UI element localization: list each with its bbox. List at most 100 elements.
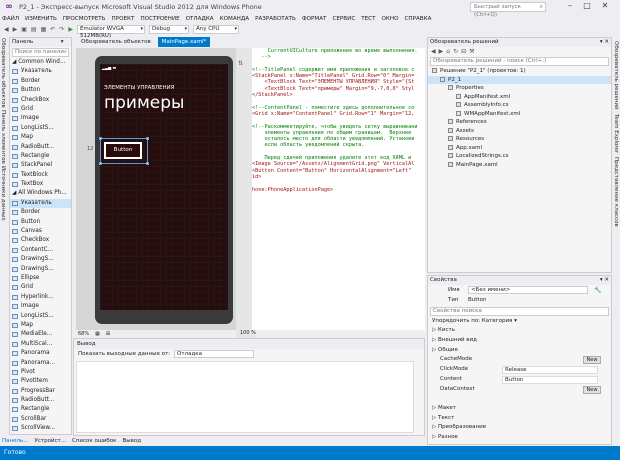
code-line[interactable]: <Button Content="Button" HorizontalAlign… [252, 168, 425, 174]
control-icon[interactable] [12, 257, 18, 263]
code-line[interactable]: CurrentUICulture приложения во время вып… [252, 48, 425, 54]
refresh-icon[interactable]: ↻ [453, 48, 458, 55]
toolbox-item[interactable]: MediaEle... [10, 330, 71, 339]
forward-icon[interactable]: ▶ [439, 48, 444, 55]
open-icon[interactable]: ▤ [31, 26, 37, 33]
control-icon[interactable] [12, 135, 18, 141]
selection-box[interactable] [99, 137, 149, 165]
toolbox-item-label[interactable]: Button [21, 87, 40, 93]
solution-item[interactable]: P2_1 [428, 75, 611, 84]
bottom-tab[interactable]: Устройст... [35, 438, 66, 444]
toolbox-search-input[interactable]: Поиск по панели ⌕ [12, 48, 69, 57]
file-icon[interactable] [448, 136, 453, 141]
menu-item[interactable]: ПОСТРОЕНИЕ [140, 16, 179, 22]
control-icon[interactable] [12, 398, 18, 404]
toolbox-section[interactable]: ◢ Common Wind... [10, 58, 71, 67]
control-icon[interactable] [12, 106, 18, 112]
solution-item-label[interactable]: References [456, 119, 487, 125]
toolbox-item[interactable]: Image [10, 114, 71, 123]
toolbox-item[interactable]: Grid [10, 283, 71, 292]
design-zoom-value[interactable]: 68% [78, 331, 89, 337]
solution-item[interactable]: App.xaml [428, 144, 611, 153]
toolbox-item[interactable]: Button [10, 86, 71, 95]
property-label[interactable]: Кисть [438, 327, 455, 333]
control-icon[interactable] [12, 78, 18, 84]
control-icon[interactable] [12, 116, 18, 122]
control-icon[interactable] [12, 210, 18, 216]
control-icon[interactable] [12, 304, 18, 310]
control-icon[interactable] [12, 266, 18, 272]
control-icon[interactable] [12, 163, 18, 169]
property-value[interactable]: Button [502, 375, 598, 384]
solution-item[interactable]: LocalizedStrings.cs [428, 152, 611, 161]
xaml-zoom-value[interactable]: 100 % [240, 330, 256, 336]
property-label[interactable]: Общие [438, 347, 458, 353]
output-text-area[interactable] [76, 361, 414, 433]
solution-item[interactable]: Assets [428, 127, 611, 136]
toolbox-item-label[interactable]: TextBox [21, 181, 43, 187]
control-icon[interactable] [12, 388, 18, 394]
solution-item-label[interactable]: P2_1 [448, 77, 461, 83]
toolbox-item-label[interactable]: Image [21, 303, 39, 309]
toolbox-item-label[interactable]: Указатель [21, 200, 52, 206]
toolbox-item[interactable]: RadioButt... [10, 396, 71, 405]
control-icon[interactable] [12, 360, 18, 366]
file-icon[interactable] [448, 153, 453, 158]
toolbox-item-label[interactable]: Rectangle [21, 406, 49, 412]
solution-item-label[interactable]: MainPage.xaml [456, 162, 498, 168]
toolbox-item[interactable]: Border [10, 208, 71, 217]
grid-icon[interactable]: ▦ [95, 331, 100, 337]
new-button[interactable]: New [583, 385, 601, 394]
control-icon[interactable] [12, 144, 18, 150]
undo-icon[interactable]: ↶ [50, 26, 55, 33]
toolbox-item-label[interactable]: All Windows Ph... [18, 190, 67, 196]
property-label[interactable]: Макет [438, 405, 456, 411]
file-icon[interactable] [448, 144, 453, 150]
toolbox-item[interactable]: Указатель [10, 198, 71, 209]
file-icon[interactable] [432, 68, 437, 73]
code-line[interactable]: <Grid x:Name="ContentPanel" Grid.Row="1"… [252, 111, 425, 117]
swap-panes-icon[interactable]: ⇅ [238, 60, 243, 67]
property-category[interactable]: ▷ Макет [428, 404, 611, 414]
tab-mainpage-xaml[interactable]: MainPage.xaml* [157, 37, 211, 47]
control-icon[interactable] [12, 379, 18, 385]
property-category[interactable]: ▷ Внешний вид [428, 336, 611, 346]
menu-item[interactable]: ОКНО [382, 16, 399, 22]
file-icon[interactable] [448, 85, 453, 90]
toolbox-item-label[interactable]: Ellipse [21, 275, 39, 281]
toolbox-item-label[interactable]: Rectangle [21, 153, 49, 159]
resize-handle[interactable] [146, 137, 149, 140]
toolbox-item[interactable]: Pivot [10, 368, 71, 377]
resize-handle[interactable] [146, 162, 149, 165]
toolbox-item-label[interactable]: Border [21, 78, 40, 84]
solution-item-label[interactable]: Properties [456, 85, 484, 91]
solution-item-label[interactable]: Resources [456, 136, 484, 142]
toolbox-item-label[interactable]: Image [21, 115, 39, 121]
toolbox-item-label[interactable]: RadioButt... [21, 397, 54, 403]
properties-search-input[interactable]: Свойства поиска [430, 306, 609, 316]
toolbox-item-label[interactable]: Grid [21, 106, 33, 112]
property-label[interactable]: CacheMode [440, 356, 472, 362]
solution-item-label[interactable]: AppManifest.xml [464, 94, 510, 100]
toolbox-item[interactable]: DrawingS... [10, 255, 71, 264]
app-title-text[interactable]: ЭЛЕМЕНТЫ УПРАВЛЕНИЯ [104, 85, 174, 91]
control-icon[interactable] [12, 285, 18, 291]
forward-icon[interactable]: ▶ [13, 26, 18, 33]
toolbox-item[interactable]: DrawingS... [10, 265, 71, 274]
wrench-icon[interactable]: 🔧 [594, 285, 601, 296]
menu-item[interactable]: КОМАНДА [220, 16, 249, 22]
toolbox-item-label[interactable]: Grid [21, 284, 33, 290]
toolbox-item[interactable]: Grid [10, 105, 71, 114]
property-category[interactable]: ▷ Общие [428, 346, 611, 356]
file-icon[interactable] [440, 76, 445, 82]
control-icon[interactable] [12, 182, 18, 188]
toolbox-item[interactable]: Ellipse [10, 274, 71, 283]
file-icon[interactable] [456, 102, 461, 107]
page-title-text[interactable]: примеры [104, 93, 184, 113]
property-category[interactable]: ▷ Преобразование [428, 423, 611, 433]
control-icon[interactable] [12, 247, 18, 253]
pin-icon[interactable]: ▾ ✕ [61, 38, 69, 54]
property-label[interactable]: DataContext [440, 386, 475, 392]
pin-icon[interactable]: ▾ ✕ [600, 276, 609, 285]
back-icon[interactable]: ◀ [4, 26, 9, 33]
